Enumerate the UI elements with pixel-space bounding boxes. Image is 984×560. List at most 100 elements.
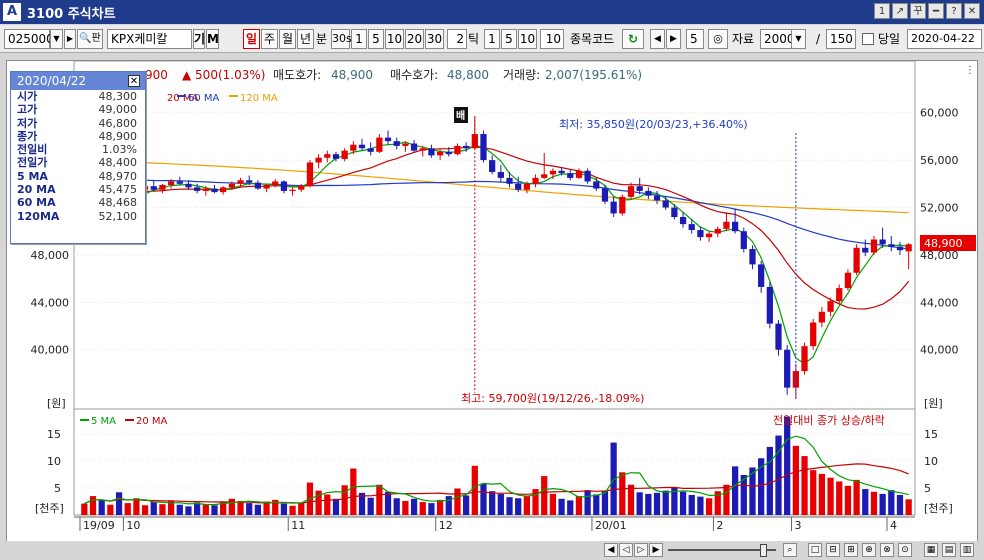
tick-value-input[interactable]: 2 xyxy=(447,29,467,49)
candle-body xyxy=(888,244,895,247)
current-price-partial: 900 xyxy=(145,68,168,82)
crosshair-info-box[interactable]: 2020/04/22 ✕ 시가 48,300 고가 49,000 저가 46,800 종가 4… xyxy=(10,71,146,244)
code-dropdown-icon[interactable]: ▼ xyxy=(50,29,63,49)
m-button[interactable]: M xyxy=(206,29,219,49)
data-count-dropdown-icon[interactable]: ▼ xyxy=(791,29,806,49)
candle-body xyxy=(202,188,209,191)
candle-body xyxy=(159,185,166,190)
minimize-button[interactable]: ━ xyxy=(928,3,944,19)
minute-1[interactable]: 1 xyxy=(351,29,367,49)
price-volume-chart[interactable]: 900 ▲ 500(1.03%) 매도호가: 48,900 매수호가: 48,8… xyxy=(7,61,977,541)
tab-day[interactable]: 일 xyxy=(243,29,260,49)
link-button[interactable]: ↗ xyxy=(892,3,908,19)
volume-bar xyxy=(246,503,253,515)
tool-icon-5[interactable]: ⊗ xyxy=(880,543,894,557)
candle-body xyxy=(896,246,904,251)
minute-20[interactable]: 20 xyxy=(405,29,424,49)
layout-icon-1[interactable]: ▦ xyxy=(924,543,938,557)
pin-button[interactable]: 1 xyxy=(874,3,890,19)
layout-icon-2[interactable]: ▤ xyxy=(942,543,956,557)
info-row-key: 120MA xyxy=(17,209,60,223)
volume-bar xyxy=(636,492,643,515)
zoom-slider-handle[interactable] xyxy=(760,544,767,557)
tick-5[interactable]: 5 xyxy=(501,29,517,49)
volume-bar xyxy=(263,501,270,515)
tool-icon-3[interactable]: ⊞ xyxy=(844,543,858,557)
close-button[interactable]: ✕ xyxy=(964,3,980,19)
info-row-key: 고가 xyxy=(17,103,38,117)
x-axis-label: 4 xyxy=(890,519,897,532)
info-row: 5 MA 48,970 xyxy=(11,170,145,183)
settings-icon[interactable]: ◎ xyxy=(708,29,728,49)
info-row-key: 시가 xyxy=(17,90,38,103)
tab-year[interactable]: 년 xyxy=(297,29,314,49)
layout-icon-3[interactable]: ▥ xyxy=(960,543,974,557)
tool-icon-4[interactable]: ⊕ xyxy=(862,543,876,557)
volume-bar xyxy=(853,479,860,515)
data-count-select[interactable]: 2000 xyxy=(760,29,795,49)
tool-icon-1[interactable]: □ xyxy=(808,543,822,557)
minute-10[interactable]: 10 xyxy=(385,29,404,49)
minute-30s[interactable]: 30s xyxy=(331,29,352,49)
chart-area[interactable]: 900 ▲ 500(1.03%) 매도호가: 48,900 매수호가: 48,8… xyxy=(6,60,978,542)
info-box-rows: 시가 48,300 고가 49,000 저가 46,800 종가 48,900 전일비 1.03%… xyxy=(11,90,145,223)
price-tick-left: 40,000 xyxy=(31,344,70,357)
candle-body xyxy=(167,181,175,185)
volume-bar xyxy=(324,494,331,515)
volume-bar xyxy=(410,498,418,515)
volume-bar xyxy=(115,492,123,515)
tick-input[interactable]: 10 xyxy=(540,29,564,49)
title-bar: A 3100 주식차트 1 ↗ 꾸 ━ ? ✕ xyxy=(0,0,984,24)
count-input[interactable]: 5 xyxy=(686,29,704,49)
candle-body xyxy=(419,148,426,151)
tool-icon-6[interactable]: ⊙ xyxy=(898,543,912,557)
x-axis-label: 10 xyxy=(126,519,140,532)
info-row-key: 60 MA xyxy=(17,196,56,210)
stock-name-field[interactable]: KPX케미칼 xyxy=(107,29,192,49)
tick-1[interactable]: 1 xyxy=(484,29,500,49)
dividend-marker-label: 배 xyxy=(456,109,465,122)
candle-body xyxy=(558,170,565,174)
stock-code-input[interactable]: 025000 xyxy=(4,29,54,49)
legend-ma60: 60 MA xyxy=(188,93,220,104)
tab-week[interactable]: 주 xyxy=(261,29,278,49)
scroll-first-icon[interactable]: ◀ xyxy=(604,543,618,557)
candle-body xyxy=(541,174,548,178)
info-box-header[interactable]: 2020/04/22 ✕ xyxy=(11,72,145,90)
volume-bar xyxy=(523,495,530,515)
info-row-key: 20 MA xyxy=(17,183,56,197)
tab-month[interactable]: 월 xyxy=(279,29,296,49)
scroll-next-icon[interactable]: ▷ xyxy=(634,543,648,557)
volume-unit-left: [천주] xyxy=(35,501,64,515)
next-page-icon[interactable]: ▶ xyxy=(666,29,681,49)
zoom-icon[interactable]: ⌕ xyxy=(783,543,797,557)
volume-bar xyxy=(645,493,652,515)
scroll-last-icon[interactable]: ▶ xyxy=(649,543,663,557)
tick-10[interactable]: 10 xyxy=(518,29,537,49)
candle-body xyxy=(758,264,765,287)
info-row-value: 48,400 xyxy=(98,156,138,170)
volume-bar xyxy=(497,493,504,515)
search-button[interactable]: 🔍판 xyxy=(77,29,103,49)
minute-30[interactable]: 30 xyxy=(425,29,444,49)
refresh-icon[interactable]: ↻ xyxy=(622,29,644,49)
prev-arrow-icon[interactable]: ◀ xyxy=(650,29,665,49)
scroll-prev-icon[interactable]: ◁ xyxy=(619,543,633,557)
volume-bar xyxy=(376,484,383,515)
help-button[interactable]: ? xyxy=(946,3,962,19)
date-input[interactable]: 2020-04-22 xyxy=(907,29,982,49)
volume-bar xyxy=(384,491,392,515)
tool-icon-2[interactable]: ⊟ xyxy=(826,543,840,557)
gi-button[interactable]: 기 xyxy=(193,29,205,49)
minute-5[interactable]: 5 xyxy=(368,29,384,49)
volume-bar xyxy=(836,481,843,515)
volume-bar xyxy=(723,484,730,515)
view-count-input[interactable]: 150 xyxy=(826,29,856,49)
volume-tick-left: 5 xyxy=(54,482,61,495)
menu-grip-icon[interactable]: ⋮⋮ xyxy=(965,65,977,76)
info-close-icon[interactable]: ✕ xyxy=(128,75,140,87)
volume-bar xyxy=(515,498,522,515)
screen-button[interactable]: 꾸 xyxy=(910,3,926,19)
today-checkbox[interactable] xyxy=(862,33,874,45)
next-arrow-icon[interactable]: ▶ xyxy=(64,29,76,49)
